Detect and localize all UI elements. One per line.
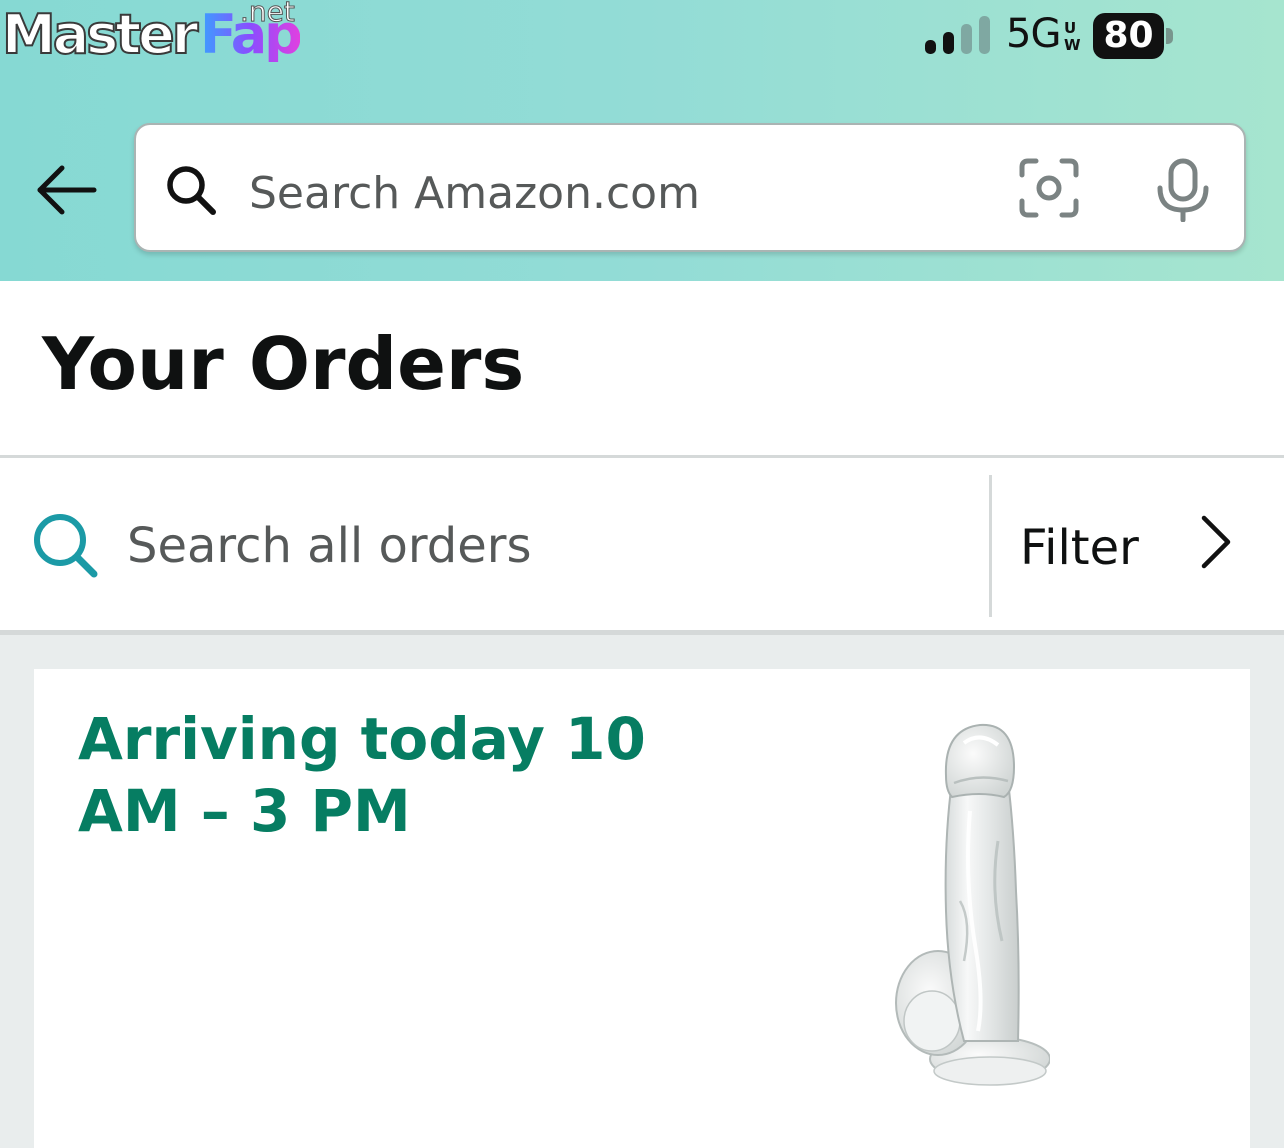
battery-level: 80 xyxy=(1103,15,1154,56)
product-thumbnail[interactable] xyxy=(880,721,1050,1096)
search-icon[interactable] xyxy=(30,510,100,580)
order-card[interactable]: Arriving today 10 AM – 3 PM xyxy=(34,669,1250,1148)
microphone-icon[interactable] xyxy=(1154,158,1212,222)
amazon-search-bar[interactable]: Search Amazon.com xyxy=(134,123,1246,252)
cellular-signal-icon xyxy=(925,16,990,54)
camera-scan-icon[interactable] xyxy=(1018,157,1080,219)
battery-nub xyxy=(1166,28,1173,44)
divider xyxy=(0,630,1284,635)
delivery-status: Arriving today 10 AM – 3 PM xyxy=(78,705,646,845)
search-icon xyxy=(167,166,216,215)
network-type-label: 5G xyxy=(1006,11,1061,57)
order-search-input[interactable]: Search all orders xyxy=(127,516,532,576)
watermark-master-text: Master xyxy=(1,3,199,66)
battery-icon: 80 xyxy=(1093,13,1164,59)
search-input[interactable]: Search Amazon.com xyxy=(249,165,700,223)
app-header: Master Fap .net 5G UW 80 Search Amazon.c… xyxy=(0,0,1284,281)
arrow-left-icon[interactable] xyxy=(32,160,102,220)
page-title: Your Orders xyxy=(42,322,525,406)
order-search-row: Search all orders Filter xyxy=(0,458,1284,630)
chevron-right-icon[interactable] xyxy=(1196,514,1236,570)
filter-button[interactable]: Filter xyxy=(1020,518,1139,578)
watermark-net-text: .net xyxy=(240,0,296,28)
network-badge-text: UW xyxy=(1064,19,1081,54)
vertical-divider xyxy=(989,475,992,617)
watermark-logo: Master Fap .net xyxy=(0,0,320,80)
network-badge-label: UW xyxy=(1062,19,1081,54)
title-section: Your Orders xyxy=(0,281,1284,455)
